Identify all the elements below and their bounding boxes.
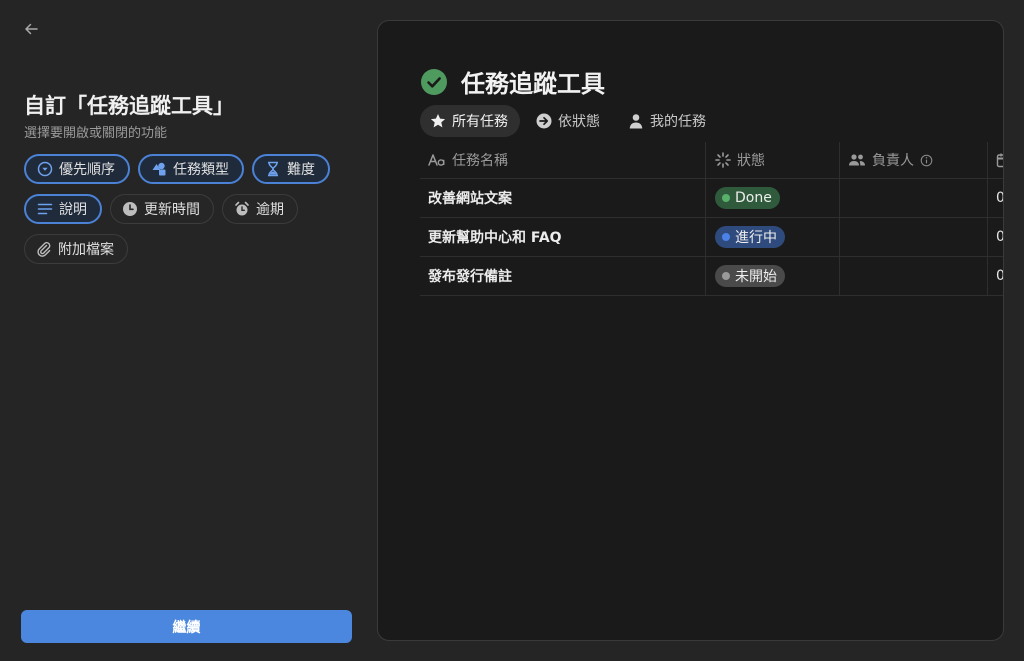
due-cell[interactable]: 0: [987, 257, 1003, 295]
feature-chip-label: 難度: [287, 162, 315, 178]
continue-button[interactable]: 繼續: [21, 610, 352, 643]
page-title: 自訂「任務追蹤工具」: [24, 94, 234, 118]
task-table: 任務名稱 狀態 負責人 改善網站文案 Done 更新幫助中心和 FAQ 進行中 …: [420, 142, 1003, 296]
feature-chip-label: 任務類型: [173, 162, 229, 178]
tab-label: 所有任務: [452, 114, 508, 130]
table-row[interactable]: 改善網站文案 Done 0: [420, 179, 1003, 218]
assignee-cell[interactable]: [839, 179, 987, 217]
shapes-icon: [152, 162, 166, 176]
status-cell[interactable]: 未開始: [705, 257, 839, 295]
star-icon: [430, 114, 446, 128]
due-cell[interactable]: 0: [987, 218, 1003, 256]
column-header-label: 狀態: [737, 153, 765, 169]
feature-chip-priority[interactable]: 優先順序: [24, 154, 130, 184]
feature-chip-task-type[interactable]: 任務類型: [138, 154, 244, 184]
alarm-icon: [235, 201, 249, 216]
database-header: 任務追蹤工具: [421, 64, 605, 99]
tab-label: 依狀態: [558, 114, 600, 130]
status-badge: 未開始: [715, 265, 785, 287]
paperclip-icon: [37, 242, 51, 257]
column-header-status[interactable]: 狀態: [705, 142, 839, 178]
tab-label: 我的任務: [650, 114, 706, 130]
table-row[interactable]: 更新幫助中心和 FAQ 進行中 0: [420, 218, 1003, 257]
tab-all-tasks[interactable]: 所有任務: [420, 105, 520, 137]
feature-chip-difficulty[interactable]: 難度: [252, 154, 330, 184]
arrow-left-icon: [25, 23, 38, 35]
status-cell[interactable]: Done: [705, 179, 839, 217]
clock-icon: [123, 202, 137, 216]
database-title: 任務追蹤工具: [461, 70, 605, 98]
hourglass-icon: [268, 161, 278, 177]
feature-chip-label: 說明: [59, 202, 87, 218]
feature-chip-label: 更新時間: [144, 202, 200, 218]
tab-my-tasks[interactable]: 我的任務: [618, 105, 718, 137]
database-preview-panel: 任務追蹤工具 所有任務 依狀態 我的任務 任務名稱 狀態 負責人 改善網站文案 …: [377, 20, 1004, 641]
calendar-icon: [996, 153, 1003, 168]
column-header-name[interactable]: 任務名稱: [420, 142, 705, 178]
arrow-circle-icon: [536, 113, 552, 129]
feature-toggle-list: 優先順序 任務類型 難度 說明 更新時間 逾期 附加檔案: [24, 154, 354, 264]
check-circle-icon: [421, 68, 447, 95]
view-tabs: 所有任務 依狀態 我的任務: [420, 105, 718, 137]
feature-chip-updated-time[interactable]: 更新時間: [110, 194, 214, 224]
priority-icon: [37, 161, 53, 177]
people-icon: [849, 154, 865, 166]
column-header-assignee[interactable]: 負責人: [839, 142, 987, 178]
feature-chip-attachments[interactable]: 附加檔案: [24, 234, 128, 264]
task-name-cell[interactable]: 更新幫助中心和 FAQ: [420, 218, 705, 256]
feature-chip-label: 優先順序: [59, 162, 115, 178]
task-name-cell[interactable]: 改善網站文案: [420, 179, 705, 217]
table-header-row: 任務名稱 狀態 負責人: [420, 142, 1003, 179]
page-subtitle: 選擇要開啟或關閉的功能: [24, 126, 168, 141]
assignee-cell[interactable]: [839, 257, 987, 295]
table-row[interactable]: 發布發行備註 未開始 0: [420, 257, 1003, 296]
column-header-label: 任務名稱: [452, 153, 508, 169]
back-button[interactable]: [20, 18, 42, 40]
feature-chip-label: 逾期: [256, 202, 284, 218]
text-type-icon: [428, 154, 445, 166]
tab-by-status[interactable]: 依狀態: [526, 105, 612, 137]
status-label: 進行中: [735, 230, 777, 246]
column-header-label: 負責人: [872, 153, 914, 169]
feature-chip-label: 附加檔案: [58, 242, 114, 258]
column-header-date[interactable]: [987, 142, 1003, 178]
status-cell[interactable]: 進行中: [705, 218, 839, 256]
info-icon: [920, 154, 933, 166]
status-dot: [722, 233, 730, 241]
text-lines-icon: [37, 203, 53, 215]
status-dot: [722, 272, 730, 280]
status-label: 未開始: [735, 269, 777, 285]
status-label: Done: [735, 190, 772, 206]
task-name-cell[interactable]: 發布發行備註: [420, 257, 705, 295]
feature-chip-description[interactable]: 說明: [24, 194, 102, 224]
status-dot: [722, 194, 730, 202]
status-badge: 進行中: [715, 226, 785, 248]
assignee-cell[interactable]: [839, 218, 987, 256]
status-badge: Done: [715, 187, 780, 209]
status-loader-icon: [715, 152, 731, 168]
person-icon: [629, 114, 643, 129]
due-cell[interactable]: 0: [987, 179, 1003, 217]
feature-chip-overdue[interactable]: 逾期: [222, 194, 298, 224]
